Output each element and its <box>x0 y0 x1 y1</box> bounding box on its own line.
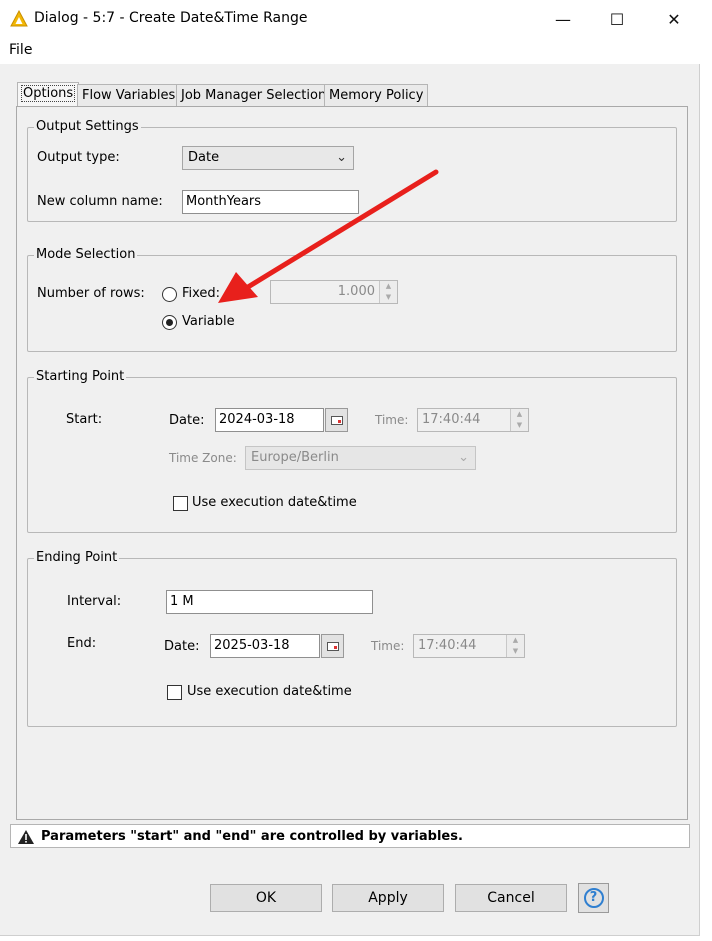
number-of-rows-label: Number of rows: <box>37 286 145 301</box>
fixed-rows-value: 1.000 <box>337 284 375 299</box>
cancel-button[interactable]: Cancel <box>455 884 567 912</box>
end-date-label: Date: <box>164 639 200 654</box>
spinner-buttons[interactable]: ▲ ▼ <box>379 281 397 303</box>
start-date-label: Date: <box>169 413 205 428</box>
output-type-value: Date <box>188 150 220 165</box>
ending-point-legend: Ending Point <box>34 550 120 565</box>
output-settings-legend: Output Settings <box>34 119 141 134</box>
end-label: End: <box>67 636 97 651</box>
window-title: Dialog - 5:7 - Create Date&Time Range <box>34 10 308 26</box>
spinner-up-icon: ▲ <box>385 282 392 290</box>
spinner-up-icon: ▲ <box>512 636 519 644</box>
tab-flow-variables-label: Flow Variables <box>82 88 176 103</box>
start-time-label: Time: <box>375 413 409 427</box>
timezone-dropdown[interactable]: Europe/Berlin ⌄ <box>245 446 476 470</box>
spinner-down-icon: ▼ <box>516 421 523 429</box>
chevron-down-icon: ⌄ <box>458 450 469 465</box>
end-time-spinner[interactable]: 17:40:44 ▲ ▼ <box>413 634 525 658</box>
interval-input[interactable]: 1 M <box>166 590 373 614</box>
spinner-down-icon: ▼ <box>385 293 392 301</box>
ok-button[interactable]: OK <box>210 884 322 912</box>
start-use-exec-checkbox[interactable] <box>173 496 188 511</box>
start-time-spinner[interactable]: 17:40:44 ▲ ▼ <box>417 408 529 432</box>
timezone-value: Europe/Berlin <box>251 450 339 465</box>
output-settings-group: Output Settings Output type: Date ⌄ New … <box>27 119 677 222</box>
tab-options[interactable]: Options <box>17 82 80 107</box>
fixed-rows-spinner[interactable]: 1.000 ▲ ▼ <box>270 280 398 304</box>
spinner-up-icon: ▲ <box>516 410 523 418</box>
output-type-dropdown[interactable]: Date ⌄ <box>182 146 354 170</box>
starting-point-group: Starting Point Start: Date: 2024-03-18 T… <box>27 369 677 533</box>
dialog-window: Dialog - 5:7 - Create Date&Time Range — … <box>0 0 700 936</box>
close-button[interactable]: ✕ <box>651 0 697 38</box>
end-use-exec-label: Use execution date&time <box>187 684 352 699</box>
chevron-down-icon: ⌄ <box>336 150 347 165</box>
end-time-value: 17:40:44 <box>418 638 477 653</box>
variable-radio[interactable] <box>162 315 177 330</box>
tab-memory-policy[interactable]: Memory Policy <box>324 84 429 107</box>
fixed-radio[interactable] <box>162 287 177 302</box>
help-button[interactable]: ? <box>578 883 609 913</box>
ending-point-group: Ending Point Interval: 1 M End: Date: 20… <box>27 550 677 727</box>
apply-button[interactable]: Apply <box>332 884 444 912</box>
tab-memory-policy-label: Memory Policy <box>329 88 424 103</box>
options-panel: Output Settings Output type: Date ⌄ New … <box>16 106 688 820</box>
end-use-exec-checkbox[interactable] <box>167 685 182 700</box>
start-date-input[interactable]: 2024-03-18 <box>215 408 324 432</box>
tab-job-manager-selection[interactable]: Job Manager Selection <box>176 84 332 107</box>
calendar-icon[interactable] <box>325 408 348 432</box>
knime-warning-icon <box>10 10 28 27</box>
status-bar: Parameters "start" and "end" are control… <box>10 824 690 848</box>
end-time-spinner-buttons[interactable]: ▲ ▼ <box>506 635 524 657</box>
end-date-input[interactable]: 2025-03-18 <box>210 634 320 658</box>
mode-selection-legend: Mode Selection <box>34 247 138 262</box>
fixed-label: Fixed: <box>182 286 221 301</box>
start-time-value: 17:40:44 <box>422 412 481 427</box>
spinner-down-icon: ▼ <box>512 647 519 655</box>
title-bar: Dialog - 5:7 - Create Date&Time Range — … <box>0 0 700 38</box>
tab-options-label: Options <box>20 85 76 102</box>
background-app-strip <box>701 0 712 941</box>
tab-flow-variables[interactable]: Flow Variables <box>77 84 181 107</box>
timezone-label: Time Zone: <box>169 451 237 465</box>
end-time-label: Time: <box>371 639 405 653</box>
tab-job-manager-label: Job Manager Selection <box>181 88 327 103</box>
start-use-exec-label: Use execution date&time <box>192 495 357 510</box>
mode-selection-group: Mode Selection Number of rows: Fixed: 1.… <box>27 247 677 352</box>
status-message: Parameters "start" and "end" are control… <box>41 829 463 844</box>
starting-point-legend: Starting Point <box>34 369 127 384</box>
variable-label: Variable <box>182 314 235 329</box>
maximize-button[interactable]: ☐ <box>594 0 640 38</box>
help-icon: ? <box>583 888 604 908</box>
warning-icon <box>18 830 34 844</box>
start-time-spinner-buttons[interactable]: ▲ ▼ <box>510 409 528 431</box>
start-label: Start: <box>66 412 103 427</box>
menu-bar: File <box>0 38 700 64</box>
column-name-label: New column name: <box>37 194 163 209</box>
menu-file[interactable]: File <box>9 42 32 58</box>
calendar-icon[interactable] <box>321 634 344 658</box>
output-type-label: Output type: <box>37 150 120 165</box>
minimize-button[interactable]: — <box>540 0 586 38</box>
column-name-input[interactable]: MonthYears <box>182 190 359 214</box>
interval-label: Interval: <box>67 594 122 609</box>
